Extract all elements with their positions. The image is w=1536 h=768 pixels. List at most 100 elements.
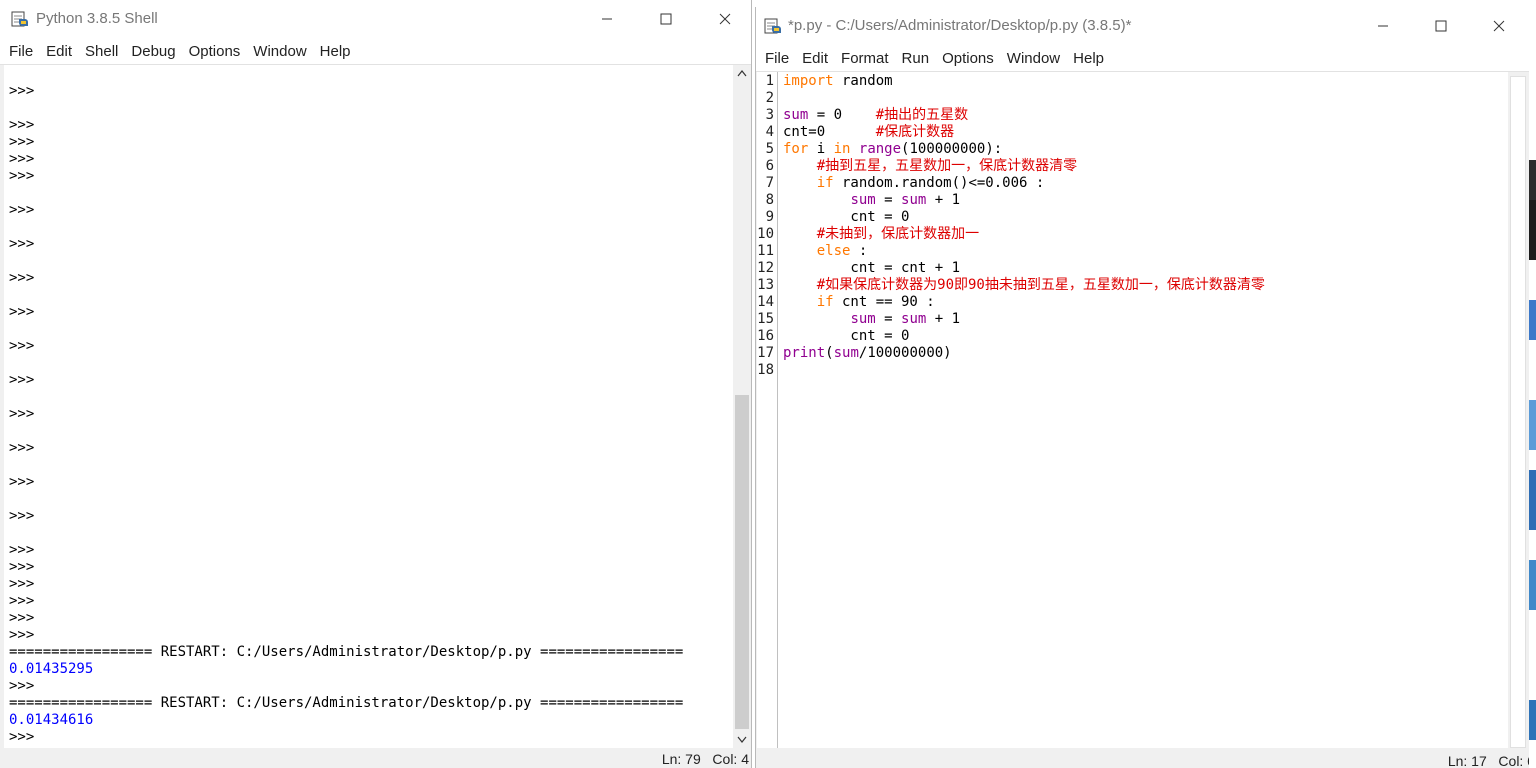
code-token: cnt = cnt + 1 [783, 260, 961, 276]
shell-line: >>> [9, 406, 35, 422]
shell-line: >>> [9, 151, 35, 167]
maximize-icon [660, 13, 672, 25]
line-number: 12 [757, 260, 774, 276]
menu-debug[interactable]: Debug [126, 43, 180, 60]
code-token: if [816, 294, 834, 310]
editor-titlebar[interactable]: *p.py - C:/Users/Administrator/Desktop/p… [756, 7, 1529, 45]
menu-file[interactable]: File [4, 43, 38, 60]
desktop-background-sliver [1529, 0, 1536, 768]
shell-titlebar[interactable]: Python 3.8.5 Shell [0, 0, 751, 38]
scroll-up-icon[interactable] [737, 69, 747, 77]
line-number: 6 [765, 158, 774, 174]
shell-menubar: File Edit Shell Debug Options Window Help [0, 38, 751, 65]
shell-line: ================= RESTART: C:/Users/Admi… [9, 695, 684, 711]
minimize-button[interactable] [578, 0, 636, 38]
code-token: /100000000) [858, 345, 952, 361]
shell-line: >>> [9, 542, 35, 558]
code-token: if [816, 175, 834, 191]
close-icon [1493, 20, 1505, 32]
code-token: #抽到五星，五星数加一，保底计数器清零 [816, 158, 1078, 174]
editor-window: *p.py - C:/Users/Administrator/Desktop/p… [755, 7, 1529, 768]
menu-window[interactable]: Window [1002, 50, 1065, 67]
shell-line: >>> [9, 627, 35, 643]
close-button[interactable] [1470, 7, 1528, 45]
code-token: = [875, 311, 902, 327]
menu-format[interactable]: Format [836, 50, 894, 67]
code-line: if random.random()<=0.006 : [783, 175, 1508, 192]
menu-run[interactable]: Run [897, 50, 935, 67]
shell-line: >>> [9, 678, 35, 694]
shell-line: >>> [9, 508, 35, 524]
code-line: if cnt == 90 : [783, 294, 1508, 311]
line-number: 16 [757, 328, 774, 344]
shell-scrollbar[interactable] [733, 65, 751, 748]
maximize-button[interactable] [637, 0, 695, 38]
minimize-icon [1378, 25, 1388, 27]
line-number: 14 [757, 294, 774, 310]
shell-line: >>> [9, 304, 35, 320]
menu-edit[interactable]: Edit [797, 50, 833, 67]
code-line: #抽到五星，五星数加一，保底计数器清零 [783, 158, 1508, 175]
python-idle-icon [764, 17, 782, 39]
code-line: for i in range(100000000): [783, 141, 1508, 158]
line-number: 15 [757, 311, 774, 327]
code-area[interactable]: import random sum = 0 #抽出的五星数 cnt=0 #保底计数器… [783, 73, 1508, 379]
minimize-button[interactable] [1354, 7, 1412, 45]
code-token: cnt=0 [783, 124, 876, 140]
cursor-position: Ln: 79 Col: 4 [661, 751, 749, 767]
menu-window[interactable]: Window [248, 43, 311, 60]
editor-text-area[interactable]: 1 2 3 4 5 6 7 8 9 10 11 12 13 14 15 16 17 18 import rando… [757, 72, 1508, 751]
code-token: i [808, 141, 834, 157]
code-line: print(sum/100000000) [783, 345, 1508, 362]
code-line: cnt = 0 [783, 209, 1508, 226]
menu-options[interactable]: Options [937, 50, 999, 67]
code-token: random.random()<=0.006 : [833, 175, 1045, 191]
maximize-icon [1435, 20, 1447, 32]
window-title: Python 3.8.5 Shell [36, 10, 158, 27]
code-line: cnt = 0 [783, 328, 1508, 345]
line-number: 10 [757, 226, 774, 242]
cursor-position: Ln: 17 Col: 0 [1447, 753, 1529, 768]
menu-help[interactable]: Help [315, 43, 356, 60]
shell-scroll-thumb[interactable] [735, 395, 749, 729]
shell-output-area[interactable]: >>> >>> >>> >>> >>> >>> >>> >>> >>> >>> >>> >>> >>> >… [4, 65, 733, 748]
code-token: sum [783, 107, 809, 123]
code-line: sum = 0 #抽出的五星数 [783, 107, 1508, 124]
line-number: 11 [757, 243, 774, 259]
code-line: cnt=0 #保底计数器 [783, 124, 1508, 141]
shell-line: >>> [9, 202, 35, 218]
editor-scrollbar[interactable] [1508, 72, 1528, 751]
minimize-icon [602, 18, 612, 20]
editor-scroll-track[interactable] [1510, 76, 1526, 748]
python-idle-icon [11, 10, 29, 32]
menu-file[interactable]: File [760, 50, 794, 67]
scroll-down-icon[interactable] [737, 736, 747, 744]
menu-help[interactable]: Help [1068, 50, 1109, 67]
maximize-button[interactable] [1412, 7, 1470, 45]
editor-statusbar: Ln: 17 Col: 0 [756, 748, 1529, 768]
shell-line: >>> [9, 83, 35, 99]
menu-edit[interactable]: Edit [41, 43, 77, 60]
close-button[interactable] [696, 0, 751, 38]
line-number: 2 [765, 90, 774, 106]
line-number: 9 [765, 209, 774, 225]
code-token: import [783, 73, 834, 89]
shell-line: >>> [9, 576, 35, 592]
line-number-gutter: 1 2 3 4 5 6 7 8 9 10 11 12 13 14 15 16 17 18 [757, 72, 778, 751]
menu-options[interactable]: Options [184, 43, 246, 60]
code-line: import random [783, 73, 1508, 90]
menu-shell[interactable]: Shell [80, 43, 123, 60]
shell-line: >>> [9, 117, 35, 133]
